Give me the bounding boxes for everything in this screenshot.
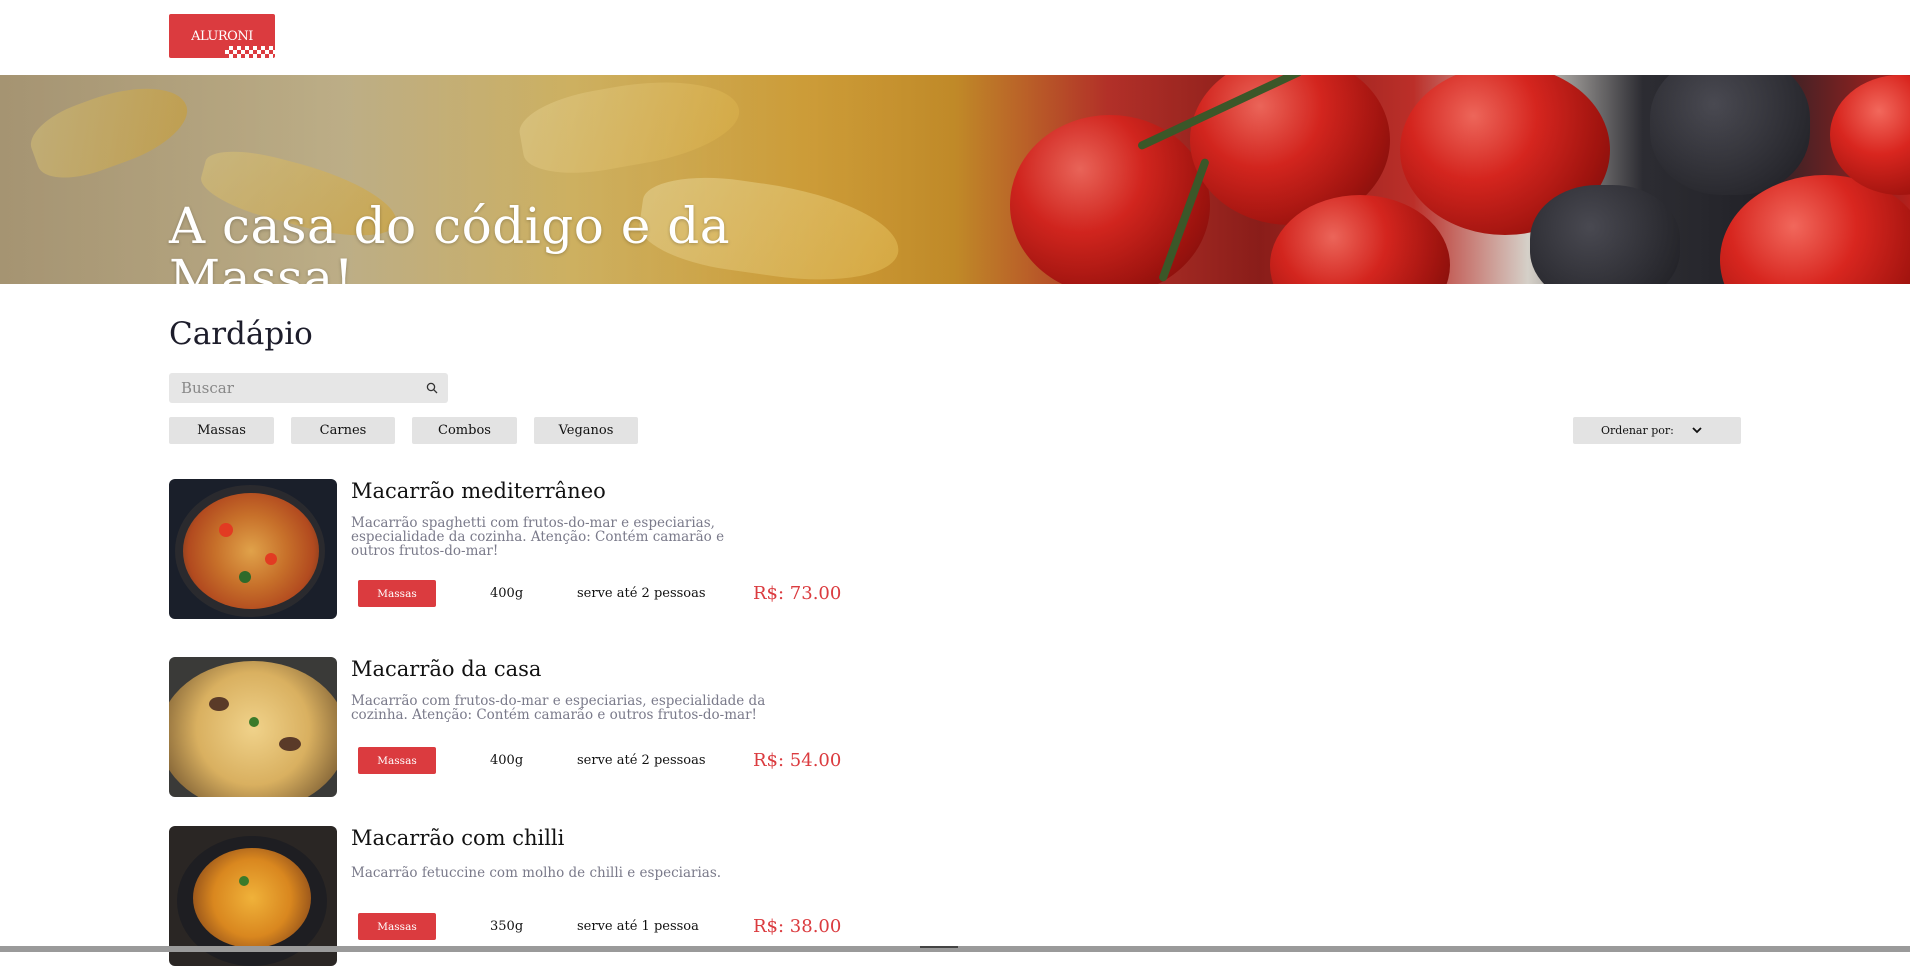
dish-name: Macarrão da casa [351, 657, 542, 681]
dish-name: Macarrão com chilli [351, 826, 565, 850]
top-bar: ALURONI [0, 0, 1910, 75]
filter-massas[interactable]: Massas [169, 417, 274, 444]
category-tag[interactable]: Massas [358, 747, 436, 774]
dish-serves: serve até 2 pessoas [577, 753, 706, 768]
dish-price: R$: 38.00 [753, 916, 842, 937]
banner-title: A casa do código e da Massa! [169, 197, 731, 284]
chevron-down-icon [1692, 427, 1702, 434]
page-title: Cardápio [169, 316, 313, 352]
dish-weight: 350g [490, 919, 524, 934]
search-icon[interactable] [426, 382, 438, 394]
menu-item: Macarrão da casa Macarrão com frutos-do-… [169, 657, 869, 797]
menu-item: Macarrão mediterrâneo Macarrão spaghetti… [169, 479, 869, 619]
order-by-dropdown[interactable]: Ordenar por: [1573, 417, 1741, 444]
dish-weight: 400g [490, 586, 524, 601]
dish-weight: 400g [490, 753, 524, 768]
scrollbar-thumb[interactable] [920, 946, 958, 948]
dish-image [169, 479, 337, 619]
category-tag[interactable]: Massas [358, 580, 436, 607]
dish-serves: serve até 1 pessoa [577, 919, 699, 934]
filter-veganos[interactable]: Veganos [534, 417, 638, 444]
filter-combos[interactable]: Combos [412, 417, 517, 444]
dish-image [169, 826, 337, 966]
search-input[interactable] [169, 374, 421, 402]
dish-price: R$: 54.00 [753, 750, 842, 771]
dish-description: Macarrão spaghetti com frutos-do-mar e e… [351, 515, 725, 559]
menu-item: Macarrão com chilli Macarrão fetuccine c… [169, 826, 869, 966]
dish-price: R$: 73.00 [753, 583, 842, 604]
dish-image [169, 657, 337, 797]
dish-name: Macarrão mediterrâneo [351, 479, 606, 503]
search-box [169, 373, 448, 403]
filter-carnes[interactable]: Carnes [291, 417, 395, 444]
logo[interactable]: ALURONI [169, 14, 275, 58]
order-by-label: Ordenar por: [1601, 424, 1674, 437]
hero-banner: A casa do código e da Massa! [0, 75, 1910, 284]
dish-description: Macarrão com frutos-do-mar e especiarias… [351, 693, 766, 723]
dish-description: Macarrão fetuccine com molho de chilli e… [351, 865, 722, 881]
horizontal-scrollbar[interactable] [0, 946, 1910, 952]
category-tag[interactable]: Massas [358, 913, 436, 940]
dish-serves: serve até 2 pessoas [577, 586, 706, 601]
checker-pattern [225, 46, 275, 58]
